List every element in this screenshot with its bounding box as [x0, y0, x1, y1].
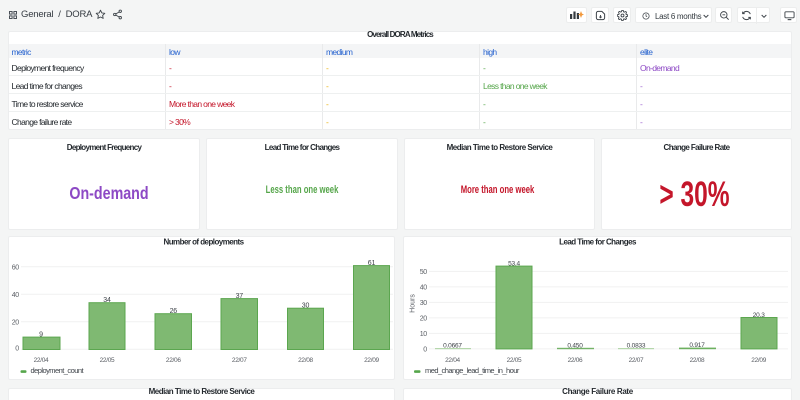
svg-text:9: 9 — [39, 331, 43, 338]
svg-text:med_change_lead_time_in_hour: med_change_lead_time_in_hour — [425, 366, 520, 375]
svg-text:deployment_count: deployment_count — [31, 366, 85, 375]
svg-text:22/06: 22/06 — [166, 357, 181, 364]
svg-text:22/09: 22/09 — [751, 357, 766, 364]
svg-text:22/04: 22/04 — [34, 357, 49, 364]
svg-text:61: 61 — [368, 260, 376, 267]
svg-text:0.917: 0.917 — [689, 342, 705, 349]
svg-text:30: 30 — [420, 300, 428, 307]
svg-text:10: 10 — [420, 331, 428, 338]
svg-text:0.0667: 0.0667 — [443, 343, 462, 350]
svg-text:40: 40 — [12, 292, 20, 299]
svg-text:22/08: 22/08 — [298, 357, 313, 364]
svg-text:34: 34 — [103, 297, 111, 304]
svg-text:60: 60 — [12, 264, 20, 271]
svg-text:22/07: 22/07 — [232, 357, 247, 364]
svg-text:40: 40 — [420, 285, 428, 292]
svg-text:Hours: Hours — [410, 294, 417, 313]
svg-text:37: 37 — [236, 293, 244, 300]
svg-text:0.450: 0.450 — [567, 342, 583, 349]
svg-text:Number of deployments: Number of deployments — [163, 238, 244, 247]
svg-text:22/05: 22/05 — [100, 357, 115, 364]
svg-text:22/09: 22/09 — [364, 357, 379, 364]
svg-text:20.3: 20.3 — [753, 312, 765, 319]
svg-text:0: 0 — [15, 345, 19, 352]
svg-text:53.4: 53.4 — [508, 261, 520, 268]
svg-text:22/06: 22/06 — [568, 357, 583, 364]
svg-text:50: 50 — [420, 269, 428, 276]
svg-text:22/07: 22/07 — [629, 357, 644, 364]
svg-text:20: 20 — [420, 316, 428, 323]
svg-text:22/04: 22/04 — [445, 357, 460, 364]
svg-text:22/08: 22/08 — [690, 357, 705, 364]
svg-text:0.0833: 0.0833 — [627, 343, 646, 350]
svg-text:22/05: 22/05 — [507, 357, 522, 364]
svg-text:30: 30 — [302, 303, 310, 310]
svg-text:Lead Time for Changes: Lead Time for Changes — [559, 238, 637, 247]
svg-text:0: 0 — [423, 346, 427, 353]
svg-text:26: 26 — [170, 308, 178, 315]
svg-text:20: 20 — [12, 319, 20, 326]
